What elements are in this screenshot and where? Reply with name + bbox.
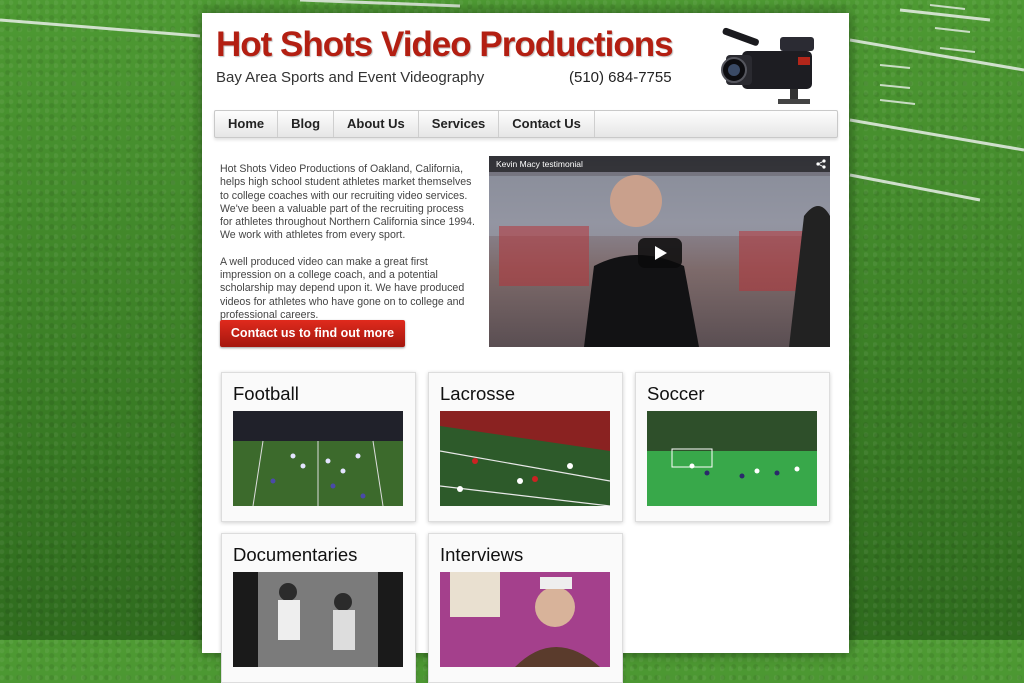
football-thumbnail[interactable] xyxy=(233,411,403,506)
main-navigation: Home Blog About Us Services Contact Us xyxy=(214,110,838,138)
nav-contact-us[interactable]: Contact Us xyxy=(499,111,595,137)
category-title[interactable]: Soccer xyxy=(647,383,705,405)
category-card-lacrosse[interactable]: Lacrosse xyxy=(428,372,623,522)
site-tagline: Bay Area Sports and Event Videography xyxy=(216,69,485,86)
intro-paragraph-1: Hot Shots Video Productions of Oakland, … xyxy=(220,163,475,242)
page-container: Hot Shots Video Productions Bay Area Spo… xyxy=(202,13,849,683)
share-icon[interactable] xyxy=(816,159,826,169)
category-card-soccer[interactable]: Soccer xyxy=(635,372,830,522)
lacrosse-thumbnail[interactable] xyxy=(440,411,610,506)
category-title[interactable]: Documentaries xyxy=(233,544,357,566)
category-card-football[interactable]: Football xyxy=(221,372,416,522)
category-card-documentaries[interactable]: Documentaries xyxy=(221,533,416,683)
category-card-interviews[interactable]: Interviews xyxy=(428,533,623,683)
intro-text: Hot Shots Video Productions of Oakland, … xyxy=(220,163,476,335)
documentaries-thumbnail[interactable] xyxy=(233,572,403,667)
soccer-thumbnail[interactable] xyxy=(647,411,817,506)
video-camera-icon xyxy=(721,27,814,104)
category-title[interactable]: Lacrosse xyxy=(440,383,515,405)
nav-home[interactable]: Home xyxy=(215,111,279,137)
contact-cta-button[interactable]: Contact us to find out more xyxy=(220,320,405,347)
interviews-thumbnail[interactable] xyxy=(440,572,610,667)
play-icon[interactable] xyxy=(638,238,682,268)
nav-blog[interactable]: Blog xyxy=(278,111,335,137)
category-title[interactable]: Interviews xyxy=(440,544,523,566)
category-title[interactable]: Football xyxy=(233,383,299,405)
nav-services[interactable]: Services xyxy=(419,111,500,137)
intro-paragraph-2: A well produced video can make a great f… xyxy=(220,255,465,321)
phone-number: (510) 684-7755 xyxy=(569,69,672,86)
site-title[interactable]: Hot Shots Video Productions xyxy=(216,25,674,65)
nav-about-us[interactable]: About Us xyxy=(334,111,419,137)
video-player[interactable]: Kevin Macy testimonial xyxy=(489,156,830,347)
video-title[interactable]: Kevin Macy testimonial xyxy=(496,159,583,169)
video-title-bar: Kevin Macy testimonial xyxy=(489,156,830,172)
